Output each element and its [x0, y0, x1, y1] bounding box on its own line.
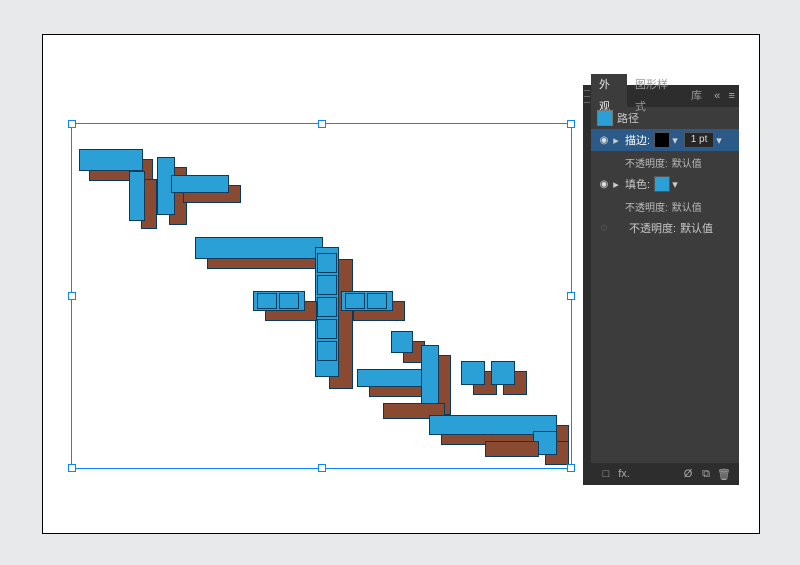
resize-handle-ml[interactable]	[68, 292, 76, 300]
resize-handle-br[interactable]	[567, 464, 575, 472]
stroke-color-swatch[interactable]	[654, 132, 670, 148]
panel-collapse-button[interactable]: «	[710, 90, 725, 102]
add-effect-button[interactable]: fx.	[615, 468, 633, 480]
visibility-toggle-icon[interactable]: ◉	[597, 135, 611, 146]
fill-color-swatch[interactable]	[654, 176, 670, 192]
fill-expand-icon[interactable]: ▸	[611, 178, 621, 191]
fill-label: 填色:	[625, 176, 650, 192]
stroke-opacity-label: 不透明度:	[625, 155, 668, 170]
selection-bounding-box[interactable]	[71, 123, 572, 469]
fill-opacity-row[interactable]: 不透明度: 默认值	[591, 195, 739, 217]
new-art-basic-button[interactable]: □	[597, 468, 615, 480]
stroke-expand-icon[interactable]: ▸	[611, 134, 621, 147]
resize-handle-bm[interactable]	[318, 464, 326, 472]
stroke-weight-dropdown-icon[interactable]: ▾	[714, 134, 724, 147]
stroke-color-dropdown-icon[interactable]: ▾	[670, 134, 680, 147]
stroke-weight-input[interactable]: 1 pt	[684, 132, 714, 148]
resize-handle-tl[interactable]	[68, 120, 76, 128]
panel-tabs: 外观 图形样式 库 « ≡	[591, 85, 739, 107]
fill-opacity-label: 不透明度:	[625, 199, 668, 214]
object-opacity-row[interactable]: ◌ 不透明度: 默认值	[591, 217, 739, 239]
panel-footer: □ fx. Ø ⧉ 🗑	[591, 463, 739, 485]
tab-library[interactable]: 库	[683, 85, 710, 107]
stroke-label: 描边:	[625, 132, 650, 148]
fill-color-dropdown-icon[interactable]: ▾	[670, 178, 680, 191]
document-window: 外观 图形样式 库 « ≡ 路径 ◉ ▸ 描边: ▾ 1 pt ▾ 不透明度: …	[42, 34, 760, 534]
fill-opacity-value: 默认值	[672, 199, 702, 214]
clear-appearance-button[interactable]: Ø	[679, 468, 697, 480]
fill-row[interactable]: ◉ ▸ 填色: ▾	[591, 173, 739, 195]
visibility-toggle-icon[interactable]: ◉	[597, 179, 611, 190]
stroke-opacity-row[interactable]: 不透明度: 默认值	[591, 151, 739, 173]
panel-dock-grip[interactable]	[583, 85, 591, 485]
duplicate-item-button[interactable]: ⧉	[697, 468, 715, 481]
panel-options-button[interactable]: ≡	[724, 90, 739, 102]
resize-handle-mr[interactable]	[567, 292, 575, 300]
target-label: 路径	[617, 110, 639, 126]
delete-item-button[interactable]: 🗑	[715, 468, 733, 481]
target-thumbnail	[597, 110, 613, 126]
object-opacity-label: 不透明度:	[629, 220, 676, 236]
stroke-row[interactable]: ◉ ▸ 描边: ▾ 1 pt ▾	[591, 129, 739, 151]
resize-handle-tm[interactable]	[318, 120, 326, 128]
link-icon: ◌	[597, 222, 611, 234]
resize-handle-bl[interactable]	[68, 464, 76, 472]
resize-handle-tr[interactable]	[567, 120, 575, 128]
object-opacity-value: 默认值	[680, 220, 713, 236]
appearance-panel: 外观 图形样式 库 « ≡ 路径 ◉ ▸ 描边: ▾ 1 pt ▾ 不透明度: …	[591, 85, 739, 485]
stroke-opacity-value: 默认值	[672, 155, 702, 170]
